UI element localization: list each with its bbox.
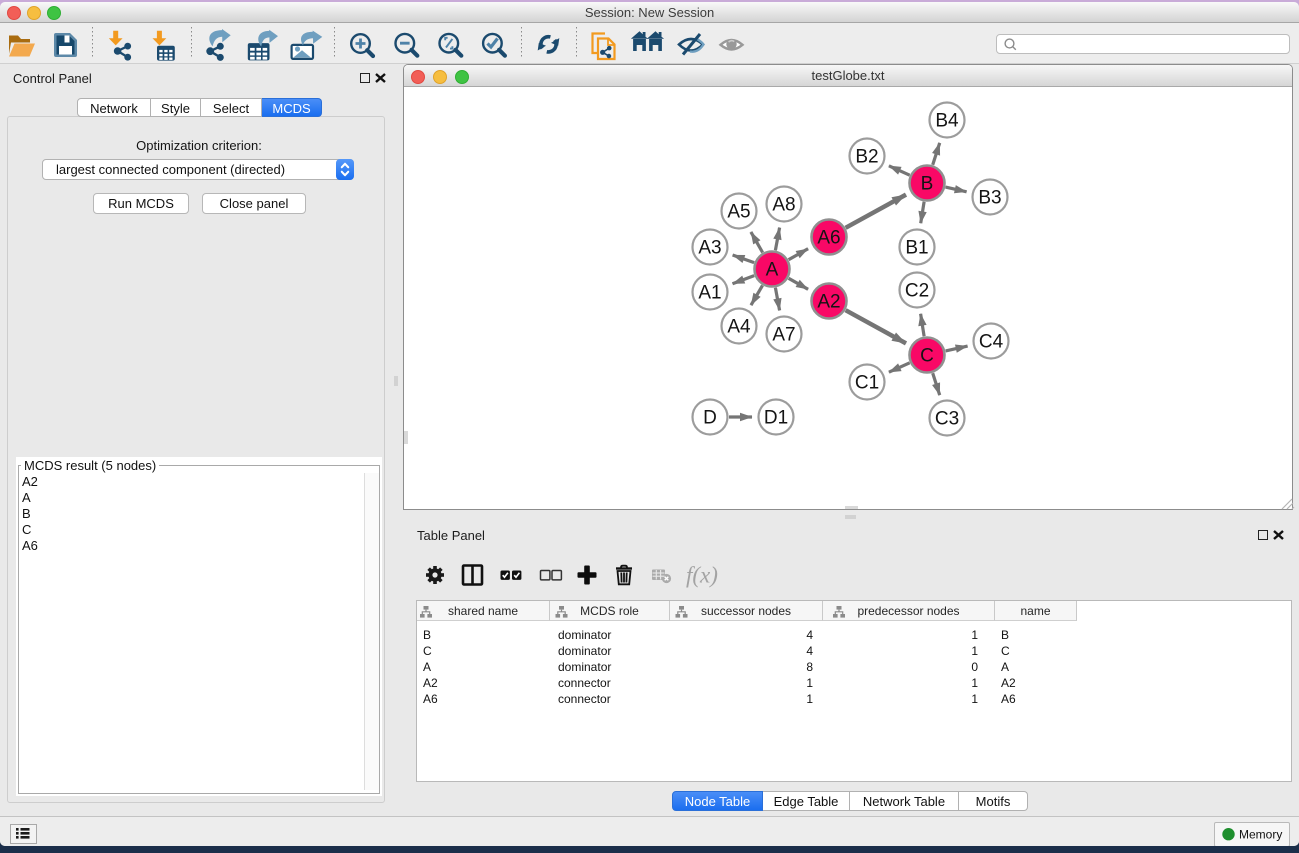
svg-text:B: B [921, 174, 934, 195]
svg-text:D1: D1 [764, 408, 788, 429]
svg-text:C3: C3 [935, 409, 959, 430]
svg-text:f(x): f(x) [686, 563, 718, 588]
svg-text:A: A [766, 260, 779, 281]
svg-text:C2: C2 [905, 281, 929, 302]
svg-text:A2: A2 [817, 292, 840, 313]
svg-text:B3: B3 [978, 188, 1001, 209]
svg-text:C: C [920, 346, 934, 367]
svg-text:A7: A7 [772, 325, 795, 346]
svg-text:A3: A3 [698, 238, 721, 259]
svg-text:A1: A1 [698, 283, 721, 304]
svg-text:C1: C1 [855, 373, 879, 394]
svg-text:C4: C4 [979, 332, 1004, 353]
svg-text:B2: B2 [855, 147, 878, 168]
svg-text:A4: A4 [727, 317, 751, 338]
svg-text:A6: A6 [817, 228, 840, 249]
svg-text:B4: B4 [935, 111, 959, 132]
svg-text:Memory: Memory [1239, 828, 1282, 842]
svg-text:A5: A5 [727, 202, 750, 223]
svg-text:A8: A8 [772, 195, 795, 216]
svg-text:D: D [703, 408, 717, 429]
svg-text:B1: B1 [905, 238, 928, 259]
